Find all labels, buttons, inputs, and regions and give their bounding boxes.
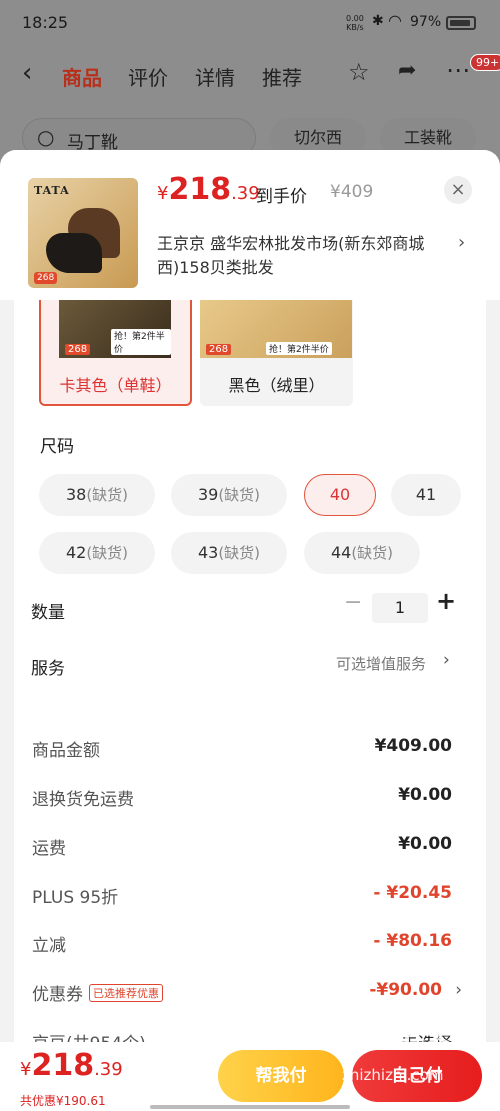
total-discount: 共优惠¥190.61 xyxy=(20,1094,106,1108)
star-icon[interactable]: ☆ xyxy=(348,58,370,86)
final-price: ¥218.39 xyxy=(157,172,260,207)
delivery-address[interactable]: 王京京 盛华宏林批发市场(新东郊商城西)158贝类批发 xyxy=(157,232,457,280)
size-option-39[interactable]: 39(缺货) xyxy=(171,474,287,516)
sheet-header: TATA 268 ¥218.39 到手价 ¥409 × 王京京 盛华宏林批发市场… xyxy=(0,150,500,300)
search-icon: ○ xyxy=(37,125,55,149)
color-label: 黑色（绒里） xyxy=(228,376,325,395)
wifi-icon: ◠ xyxy=(388,11,402,30)
home-indicator[interactable] xyxy=(150,1105,350,1109)
summary-row-return-shipping: 退换货免运费 ¥0.00 xyxy=(32,785,452,810)
status-bar: 18:25 0.00 KB/s ✱ ◠ 97% xyxy=(0,0,500,46)
final-price-tag: 到手价 xyxy=(256,187,307,207)
battery-percent: 97% xyxy=(410,14,442,30)
color-option-khaki[interactable]: 268 抢！第2件半价 卡其色（单鞋） xyxy=(39,300,192,406)
quantity-input[interactable]: 1 xyxy=(372,593,428,623)
share-icon[interactable]: ➦ xyxy=(398,58,416,83)
size-option-42[interactable]: 42(缺货) xyxy=(39,532,155,574)
chevron-right-icon: › xyxy=(455,980,462,1000)
product-thumbnail: TATA 268 xyxy=(28,178,138,288)
quantity-increase-button[interactable]: + xyxy=(436,587,456,615)
size-option-40[interactable]: 40 xyxy=(304,474,376,516)
khaki-shoe-image: 268 抢！第2件半价 xyxy=(59,300,171,358)
thumb-promo-price: 268 xyxy=(34,272,58,284)
coupon-tag: 已选推荐优惠 xyxy=(89,984,163,1002)
watermark-url: zhizhizhi.com xyxy=(342,1066,444,1084)
help-pay-button[interactable]: 帮我付 xyxy=(218,1050,344,1102)
close-button[interactable]: × xyxy=(444,176,472,204)
tab-product[interactable]: 商品 xyxy=(62,62,102,91)
service-value[interactable]: 可选增值服务 xyxy=(336,653,426,674)
total-price: ¥218.39 xyxy=(20,1048,123,1083)
status-time: 18:25 xyxy=(22,13,69,32)
size-option-38[interactable]: 38(缺货) xyxy=(39,474,155,516)
shoe-black-image xyxy=(46,233,102,273)
quantity-title: 数量 xyxy=(31,603,65,623)
more-icon[interactable]: ⋯ xyxy=(446,56,470,84)
service-title: 服务 xyxy=(31,659,65,679)
summary-row-shipping: 运费 ¥0.00 xyxy=(32,834,452,859)
tab-recommend[interactable]: 推荐 xyxy=(262,62,302,91)
battery-icon xyxy=(446,16,476,30)
color-option-black[interactable]: 268 抢！第2件半价 黑色（绒里） xyxy=(200,300,353,406)
chevron-right-icon[interactable]: › xyxy=(458,232,465,253)
tab-reviews[interactable]: 评价 xyxy=(128,62,168,91)
color-price: 268 xyxy=(65,344,91,355)
tab-details[interactable]: 详情 xyxy=(195,62,235,91)
summary-row-instant-discount: 立减 - ¥80.16 xyxy=(32,931,452,956)
bluetooth-icon: ✱ xyxy=(372,13,384,29)
sku-sheet: TATA 268 ¥218.39 到手价 ¥409 × 王京京 盛华宏林批发市场… xyxy=(0,150,500,1111)
size-option-43[interactable]: 43(缺货) xyxy=(171,532,287,574)
quantity-decrease-button[interactable]: − xyxy=(344,590,362,615)
color-deal: 抢！第2件半价 xyxy=(266,342,332,355)
color-price: 268 xyxy=(206,344,232,355)
summary-row-goods: 商品金额 ¥409.00 xyxy=(32,736,452,761)
size-option-41[interactable]: 41 xyxy=(391,474,461,516)
color-label: 卡其色（单鞋） xyxy=(59,376,172,395)
chevron-right-icon[interactable]: › xyxy=(443,650,450,670)
back-icon[interactable]: ‹ xyxy=(22,58,32,88)
black-shoe-image: 268 抢！第2件半价 xyxy=(200,300,352,358)
network-speed: 0.00 KB/s xyxy=(346,14,364,32)
original-price: ¥409 xyxy=(330,182,374,202)
size-title: 尺码 xyxy=(40,437,74,457)
color-deal: 抢！第2件半价 xyxy=(111,329,171,355)
message-badge: 99+ xyxy=(470,54,500,71)
watermark-logo: 值得买 xyxy=(338,1009,459,1053)
size-option-44[interactable]: 44(缺货) xyxy=(304,532,420,574)
brand-logo: TATA xyxy=(34,184,70,197)
summary-row-plus: PLUS 95折 - ¥20.45 xyxy=(32,883,452,908)
